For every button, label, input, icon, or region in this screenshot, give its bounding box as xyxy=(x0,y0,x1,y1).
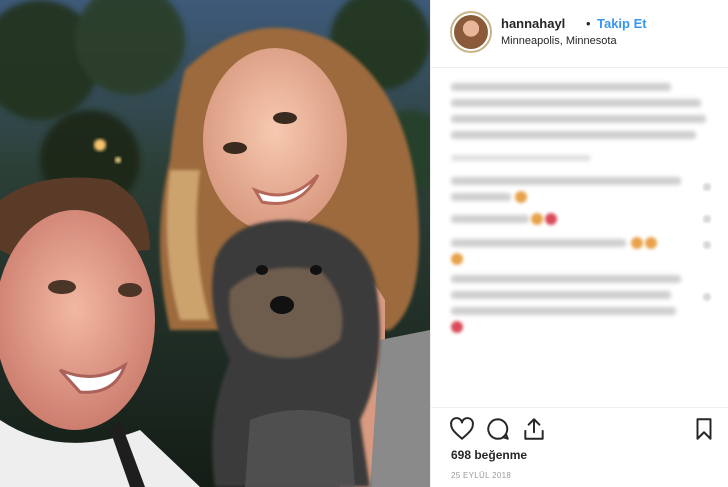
comment-text xyxy=(451,215,529,223)
comment-like-icon[interactable] xyxy=(703,215,711,223)
photo-illustration xyxy=(0,0,430,487)
avatar[interactable] xyxy=(450,11,492,53)
comment-text xyxy=(451,307,676,315)
location-link[interactable]: Minneapolis, Minnesota xyxy=(501,35,617,47)
comment-like-icon[interactable] xyxy=(703,293,711,301)
caption-line xyxy=(451,83,671,91)
comment-text xyxy=(451,193,511,201)
comment-text xyxy=(451,291,671,299)
post-header: hannahayl • Takip Et Minneapolis, Minnes… xyxy=(431,0,728,68)
likes-count[interactable]: 698 beğenme xyxy=(451,448,527,462)
post-photo[interactable] xyxy=(0,0,430,487)
comments-area xyxy=(431,69,728,407)
emoji-icon xyxy=(645,237,657,249)
post-actions: 698 beğenme 25 EYLÜL 2018 xyxy=(431,407,728,487)
post-date[interactable]: 25 EYLÜL 2018 xyxy=(451,471,511,480)
emoji-icon xyxy=(631,237,643,249)
post-container: hannahayl • Takip Et Minneapolis, Minnes… xyxy=(0,0,728,487)
follow-button[interactable]: Takip Et xyxy=(597,16,647,31)
bookmark-icon[interactable] xyxy=(691,416,717,442)
caption-line xyxy=(451,115,706,123)
caption-line xyxy=(451,131,696,139)
comment-like-icon[interactable] xyxy=(703,241,711,249)
separator-dot: • xyxy=(586,16,591,31)
username-link[interactable]: hannahayl xyxy=(501,16,565,31)
comment-icon[interactable] xyxy=(485,416,511,442)
emoji-icon xyxy=(545,213,557,225)
emoji-icon xyxy=(451,253,463,265)
emoji-icon xyxy=(451,321,463,333)
caption-line xyxy=(451,99,701,107)
emoji-icon xyxy=(531,213,543,225)
comment-like-icon[interactable] xyxy=(703,183,711,191)
comment-text xyxy=(451,275,681,283)
comment-text xyxy=(451,177,681,185)
emoji-icon xyxy=(515,191,527,203)
share-icon[interactable] xyxy=(521,416,547,442)
post-sidebar: hannahayl • Takip Et Minneapolis, Minnes… xyxy=(430,0,728,487)
comment-text xyxy=(451,239,626,247)
caption-timestamp xyxy=(451,155,591,161)
heart-icon[interactable] xyxy=(449,416,475,442)
